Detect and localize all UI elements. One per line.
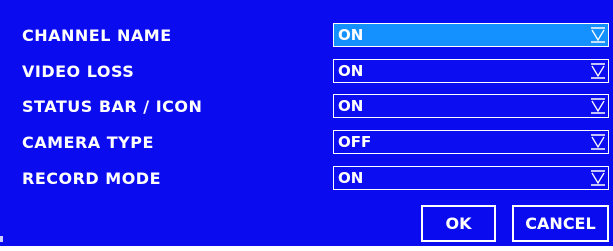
video-loss-select[interactable]: ON [333,59,609,83]
setting-label: VIDEO LOSS [22,62,135,81]
dropdown-arrow-icon [591,170,605,186]
record-mode-select[interactable]: ON [333,166,609,190]
dialog-title-fragment: '' ' [172,0,189,6]
setting-row-channel-name: CHANNEL NAME ON [0,23,613,49]
setting-label: RECORD MODE [22,169,161,188]
dropdown-arrow-icon [591,134,605,150]
ok-button[interactable]: OK [421,205,496,242]
setting-label: CHANNEL NAME [22,26,172,45]
dropdown-arrow-icon [591,98,605,114]
select-value: ON [338,97,364,115]
select-value: OFF [338,133,372,151]
setting-row-record-mode: RECORD MODE ON [0,166,613,192]
setting-row-camera-type: CAMERA TYPE OFF [0,130,613,156]
select-value: ON [338,169,364,187]
setting-row-status-bar-icon: STATUS BAR / ICON ON [0,94,613,120]
osd-display-settings-dialog: '' ' CHANNEL NAME ON VIDEO LOSS ON STATU… [0,0,613,246]
edge-artifact [0,236,3,242]
channel-name-select[interactable]: ON [333,23,609,47]
setting-label: CAMERA TYPE [22,133,154,152]
dropdown-arrow-icon [591,27,605,43]
camera-type-select[interactable]: OFF [333,130,609,154]
select-value: ON [338,26,364,44]
setting-label: STATUS BAR / ICON [22,97,203,116]
status-bar-icon-select[interactable]: ON [333,94,609,118]
cancel-button[interactable]: CANCEL [512,205,609,242]
select-value: ON [338,62,364,80]
dropdown-arrow-icon [591,63,605,79]
setting-row-video-loss: VIDEO LOSS ON [0,59,613,85]
